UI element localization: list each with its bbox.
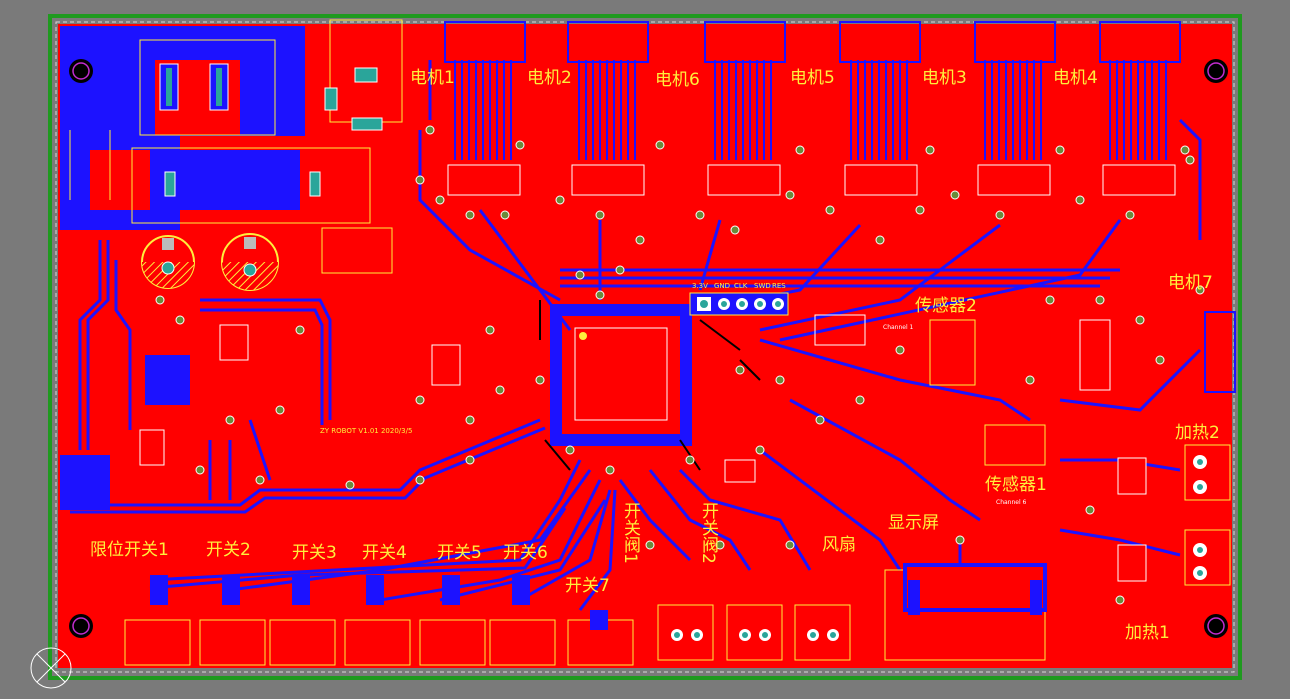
pcb-board <box>30 14 1242 689</box>
via <box>1025 375 1035 385</box>
label-switch-4: 开关4 <box>362 543 407 563</box>
pcb-layout-view: 电机1 电机2 电机6 电机5 电机3 电机4 电机7 传感器2 传感器1 加热… <box>0 0 1290 699</box>
via <box>615 265 625 275</box>
label-switch-7: 开关7 <box>565 576 610 596</box>
header-pin-label: RES <box>772 282 786 290</box>
via <box>1075 195 1085 205</box>
label-sensor-2: 传感器2 <box>915 296 977 316</box>
via <box>155 295 165 305</box>
via <box>415 175 425 185</box>
via <box>915 205 925 215</box>
header-pin-label: 3.3V <box>692 282 708 290</box>
via <box>1185 155 1195 165</box>
channel-label: Channel 1 <box>883 324 914 331</box>
via <box>955 535 965 545</box>
via <box>895 345 905 355</box>
via <box>595 210 605 220</box>
via <box>535 375 545 385</box>
label-switch-2: 开关2 <box>206 540 251 560</box>
via <box>255 475 265 485</box>
swd-header <box>689 292 789 316</box>
via <box>730 225 740 235</box>
header-pin-label: SWD <box>754 282 771 290</box>
via <box>950 190 960 200</box>
via <box>225 415 235 425</box>
label-switch-5: 开关5 <box>437 543 482 563</box>
label-switch-6: 开关6 <box>503 543 548 563</box>
via <box>605 465 615 475</box>
channel-label: Channel 6 <box>996 499 1027 506</box>
display-connector <box>903 563 1047 615</box>
via <box>435 195 445 205</box>
via <box>595 290 605 300</box>
via <box>825 205 835 215</box>
label-motor-5: 电机5 <box>790 68 835 88</box>
label-switch-3: 开关3 <box>292 543 337 563</box>
header-pin-label: CLK <box>734 282 748 290</box>
label-fan: 风扇 <box>822 535 856 555</box>
label-display: 显示屏 <box>888 513 939 533</box>
via <box>465 415 475 425</box>
via <box>515 140 525 150</box>
via <box>735 365 745 375</box>
via <box>485 325 495 335</box>
via <box>495 385 505 395</box>
via <box>775 375 785 385</box>
label-sensor-1: 传感器1 <box>985 475 1047 495</box>
header-pin-label: GND <box>714 282 731 290</box>
via <box>635 235 645 245</box>
via <box>875 235 885 245</box>
via <box>1135 315 1145 325</box>
via <box>785 540 795 550</box>
via <box>755 445 765 455</box>
via <box>695 210 705 220</box>
label-motor-3: 电机3 <box>922 68 967 88</box>
via <box>415 475 425 485</box>
via <box>425 125 435 135</box>
label-motor-7: 电机7 <box>1168 273 1213 293</box>
label-motor-6: 电机6 <box>655 70 700 90</box>
via <box>815 415 825 425</box>
via <box>685 455 695 465</box>
via <box>295 325 305 335</box>
label-motor-4: 电机4 <box>1053 68 1098 88</box>
via <box>575 270 585 280</box>
via <box>995 210 1005 220</box>
via <box>925 145 935 155</box>
via <box>855 395 865 405</box>
label-valve-2: 开关阀2 <box>698 502 718 564</box>
label-valve-1: 开关阀1 <box>620 502 640 564</box>
via <box>555 195 565 205</box>
via <box>1045 295 1055 305</box>
label-motor-1: 电机1 <box>410 68 455 88</box>
via <box>1095 295 1105 305</box>
via <box>1085 505 1095 515</box>
mcu-chip <box>550 304 692 446</box>
via <box>645 540 655 550</box>
via <box>415 395 425 405</box>
board-version-text: ZY ROBOT V1.01 2020/3/5 <box>320 427 413 435</box>
via <box>1115 595 1125 605</box>
label-limit-switch-1: 限位开关1 <box>90 540 169 560</box>
via <box>1155 355 1165 365</box>
via <box>795 145 805 155</box>
via <box>1055 145 1065 155</box>
via <box>1125 210 1135 220</box>
via <box>275 405 285 415</box>
via <box>465 210 475 220</box>
via <box>500 210 510 220</box>
via <box>465 455 475 465</box>
via <box>175 315 185 325</box>
label-heater-2: 加热2 <box>1175 423 1220 443</box>
via <box>565 445 575 455</box>
via <box>195 465 205 475</box>
label-heater-1: 加热1 <box>1125 623 1170 643</box>
via <box>785 190 795 200</box>
via <box>345 480 355 490</box>
via <box>1180 145 1190 155</box>
label-motor-2: 电机2 <box>527 68 572 88</box>
via <box>655 140 665 150</box>
